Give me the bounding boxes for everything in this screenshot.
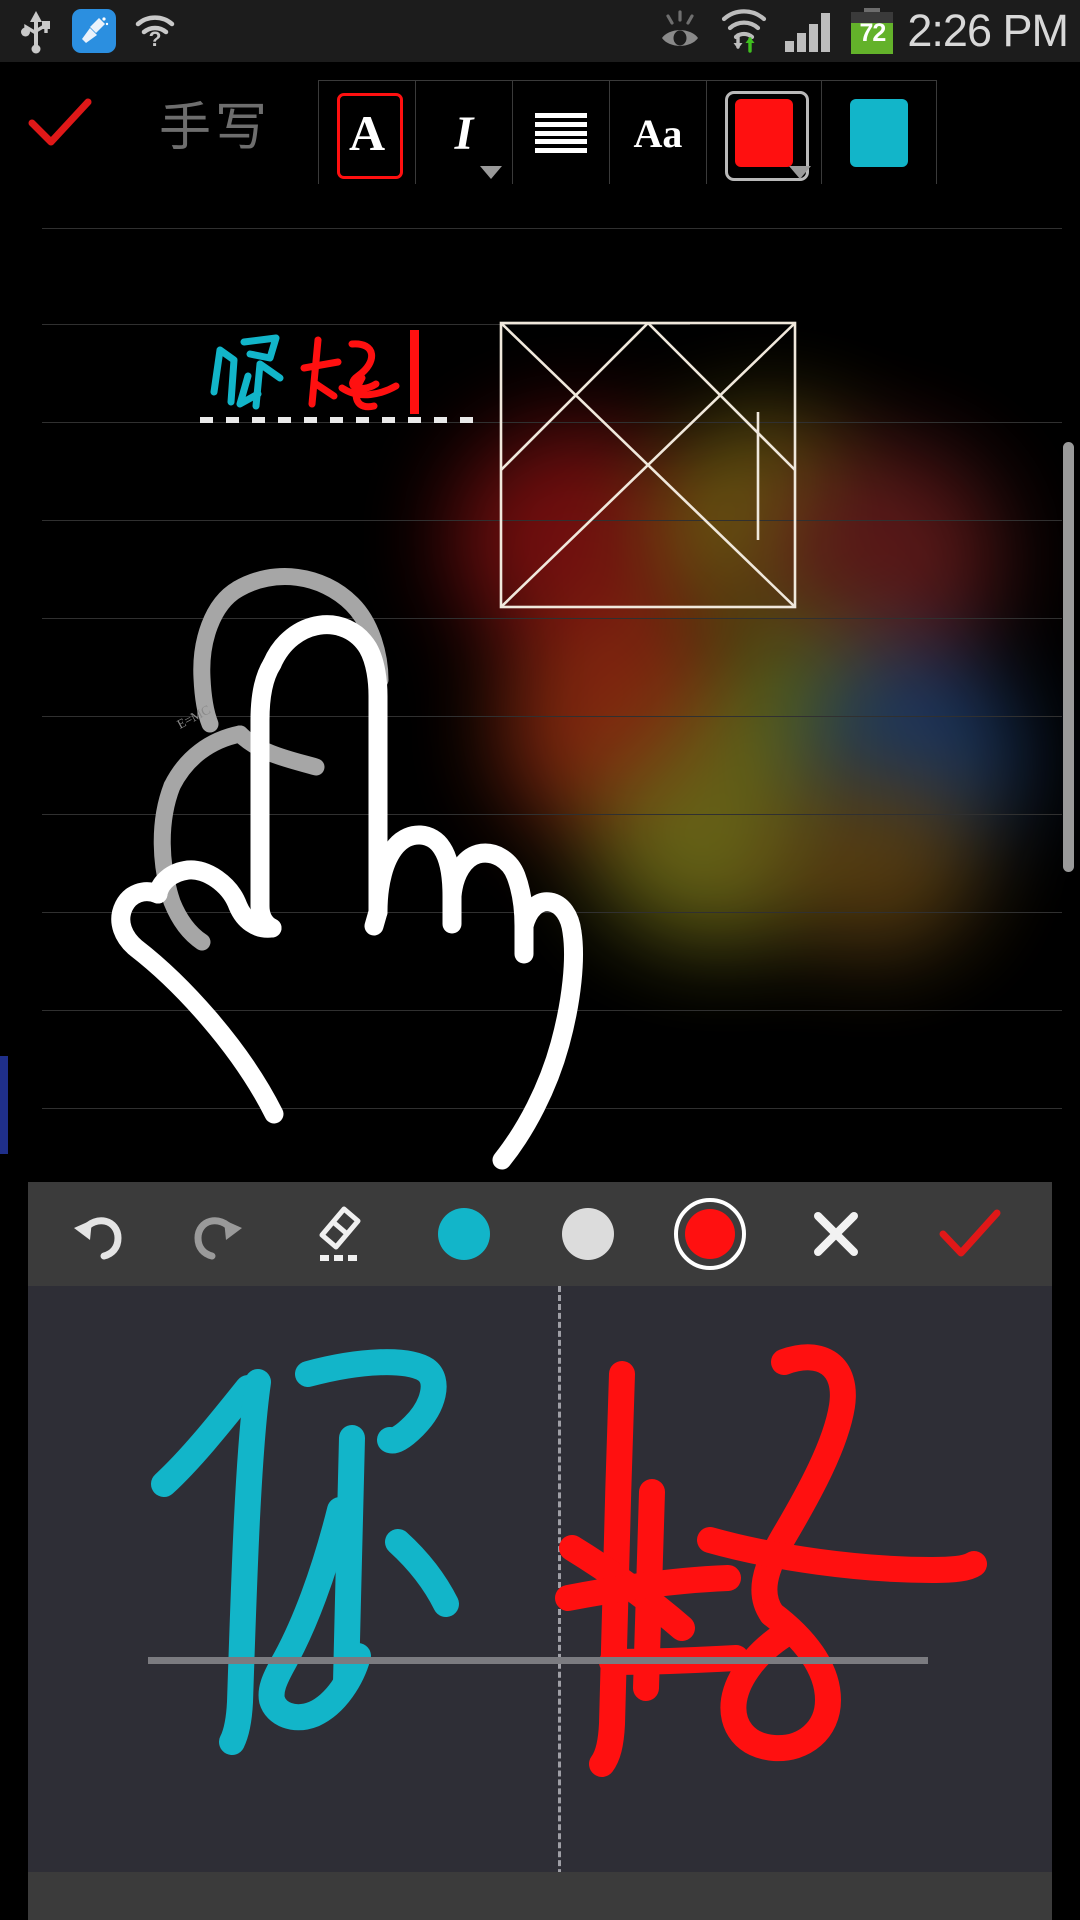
eraser-button[interactable] — [284, 1182, 396, 1286]
toolbar-confirm-button[interactable] — [10, 70, 110, 175]
text-tool-group: A I Aa — [318, 80, 937, 185]
cleaner-app-icon — [72, 9, 116, 53]
status-bar: ? 72 2:26 PM — [0, 0, 1080, 62]
color-cyan-button[interactable] — [408, 1182, 520, 1286]
text-style-button[interactable]: A — [319, 81, 416, 185]
align-left-icon — [535, 113, 587, 153]
smart-stay-eye-icon — [655, 8, 705, 54]
note-handwriting-text — [200, 330, 478, 423]
text-cursor — [410, 330, 419, 414]
usb-icon — [18, 9, 54, 54]
wifi-transfer-icon — [719, 7, 769, 55]
handwriting-stroke-ni — [151, 1349, 459, 1755]
battery-icon: 72 — [851, 8, 894, 54]
selected-indicator — [337, 93, 403, 179]
cancel-button[interactable] — [780, 1182, 892, 1286]
handwriting-baseline — [148, 1657, 928, 1664]
undo-button[interactable] — [42, 1182, 154, 1286]
screen-root: ? 72 2:26 PM 手写 A I Aa E=MC — [0, 0, 1080, 1920]
handwriting-toolbar — [28, 1182, 1052, 1286]
status-clock: 2:26 PM — [907, 5, 1069, 56]
bottom-bar — [28, 1872, 1052, 1920]
chevron-down-icon — [480, 166, 502, 179]
font-size-button[interactable]: Aa — [610, 81, 707, 185]
note-canvas[interactable]: E=MC — [0, 184, 1080, 1188]
battery-percent-label: 72 — [859, 18, 887, 47]
selected-indicator — [674, 1198, 746, 1270]
font-size-icon: Aa — [633, 110, 683, 156]
highlight-color-button[interactable] — [822, 81, 936, 185]
pen-color-button[interactable] — [707, 81, 822, 185]
mode-label: 手写 — [158, 98, 271, 158]
top-toolbar: 手写 A I Aa — [0, 62, 1080, 302]
align-button[interactable] — [513, 81, 610, 185]
color-white-button[interactable] — [532, 1182, 644, 1286]
confirm-button[interactable] — [910, 1182, 1030, 1286]
left-edge-marker — [0, 1056, 8, 1154]
handwriting-panel[interactable] — [28, 1182, 1052, 1920]
wifi-question-icon: ? — [134, 12, 176, 51]
status-bar-right-icons: 72 2:26 PM — [655, 0, 1080, 62]
cyan-color-dot-icon — [438, 1208, 490, 1260]
vertical-scrollbar[interactable] — [1063, 442, 1074, 872]
white-color-dot-icon — [562, 1208, 614, 1260]
svg-text:?: ? — [149, 28, 162, 51]
handwriting-stroke-hao — [555, 1344, 987, 1777]
cyan-color-swatch-icon — [850, 99, 908, 167]
cellular-signal-icon — [783, 8, 837, 54]
red-color-dot-icon — [685, 1209, 735, 1259]
color-red-button[interactable] — [654, 1182, 766, 1286]
chevron-down-icon — [789, 166, 811, 179]
redo-button[interactable] — [162, 1182, 274, 1286]
italic-style-button[interactable]: I — [416, 81, 513, 185]
rule-line — [42, 228, 1062, 229]
status-bar-left-icons: ? — [0, 9, 176, 54]
hand-gesture-drawing: E=MC — [111, 568, 583, 1170]
italic-t-icon: I — [454, 106, 474, 160]
